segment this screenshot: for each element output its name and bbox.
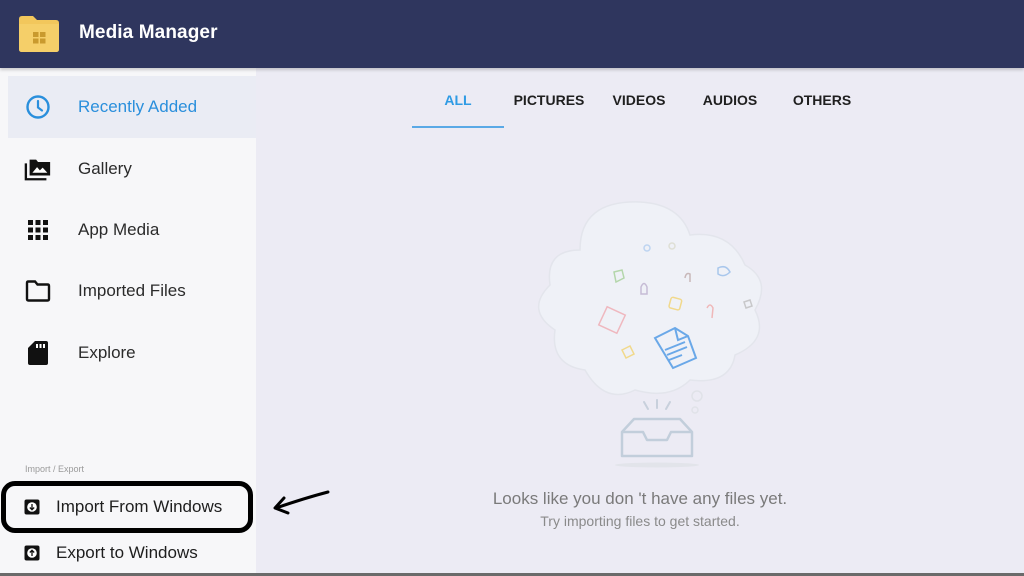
- photo-library-icon: [24, 155, 52, 183]
- sidebar-item-app-media[interactable]: App Media: [8, 199, 256, 261]
- sidebar-item-label: Recently Added: [78, 97, 198, 116]
- tab-label: OTHERS: [792, 92, 852, 108]
- sd-card-icon: [24, 339, 52, 367]
- tab-videos[interactable]: VIDEOS: [594, 80, 684, 128]
- folder-windows-icon: [19, 16, 59, 52]
- tab-others[interactable]: OTHERS: [776, 80, 868, 128]
- tab-label: ALL: [444, 92, 472, 108]
- export-arrow-icon: [24, 545, 40, 561]
- pointing-left-arrow-icon: [273, 490, 330, 515]
- sidebar-item-gallery[interactable]: Gallery: [8, 138, 256, 200]
- import-arrow-icon: [24, 499, 40, 515]
- empty-state-subtitle: Try importing files to get started.: [540, 513, 740, 529]
- sidebar-item-label: App Media: [78, 220, 160, 239]
- tab-all[interactable]: ALL: [412, 80, 504, 128]
- empty-inbox-cloud-illustration: [538, 201, 763, 468]
- folder-icon: [24, 277, 52, 305]
- sidebar-item-label: Gallery: [78, 159, 132, 178]
- empty-state-title: Looks like you don 't have any files yet…: [492, 489, 788, 508]
- tab-pictures[interactable]: PICTURES: [504, 80, 594, 128]
- clock-icon: [24, 93, 52, 121]
- sidebar: Recently Added Gallery App Media Importe…: [0, 68, 256, 574]
- tab-audios[interactable]: AUDIOS: [684, 80, 776, 128]
- sidebar-item-label: Explore: [78, 343, 136, 362]
- app-header: Media Manager: [0, 0, 1024, 68]
- import-label: Import From Windows: [56, 497, 223, 516]
- sidebar-item-explore[interactable]: Explore: [8, 322, 256, 384]
- sidebar-item-imported-files[interactable]: Imported Files: [8, 260, 256, 322]
- export-label: Export to Windows: [56, 543, 198, 562]
- tab-label: VIDEOS: [612, 92, 666, 108]
- import-from-windows-button[interactable]: Import From Windows: [0, 487, 256, 527]
- app-title: Media Manager: [79, 22, 218, 43]
- tab-label: PICTURES: [513, 92, 585, 108]
- sidebar-item-recently-added[interactable]: Recently Added: [8, 76, 256, 138]
- import-export-section-label: Import / Export: [25, 464, 85, 474]
- export-to-windows-button[interactable]: Export to Windows: [0, 533, 256, 573]
- tab-label: AUDIOS: [702, 92, 758, 108]
- sidebar-item-label: Imported Files: [78, 281, 186, 300]
- active-tab-indicator: [412, 126, 504, 128]
- grid-apps-icon: [24, 216, 52, 244]
